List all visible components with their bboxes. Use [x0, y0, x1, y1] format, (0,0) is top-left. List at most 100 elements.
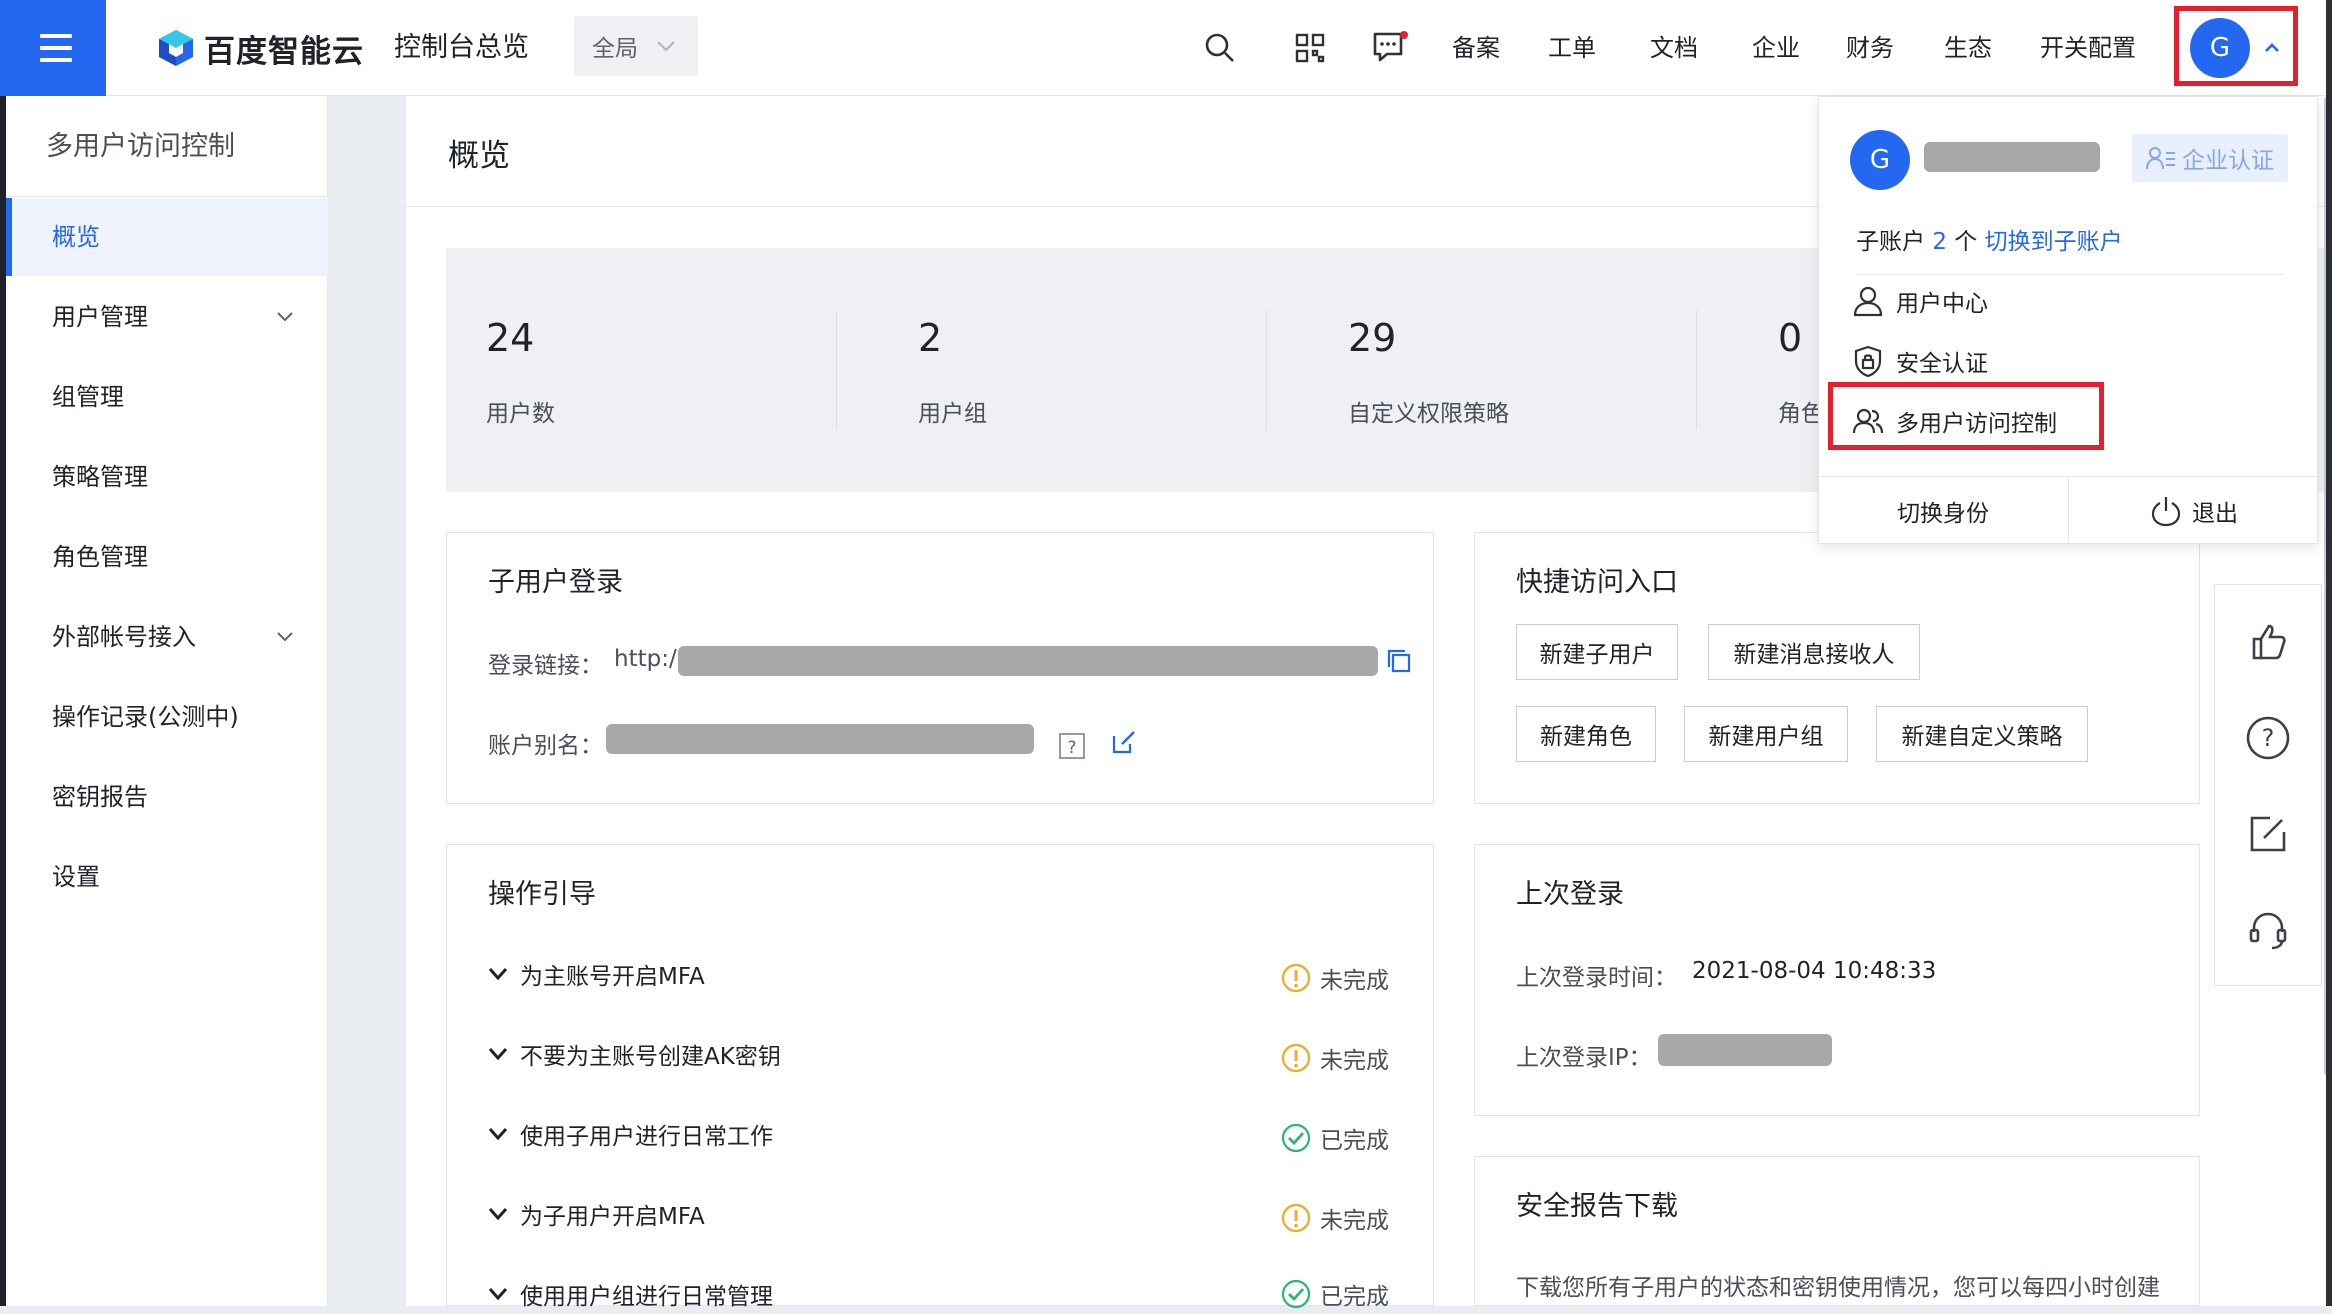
- brand-logo[interactable]: 百度智能云: [156, 24, 364, 72]
- stat-policies-label: 自定义权限策略: [1348, 401, 1509, 427]
- chevron-up-icon[interactable]: [2262, 38, 2282, 58]
- stat-separator: [1696, 310, 1697, 430]
- copy-icon[interactable]: [1386, 648, 1412, 674]
- new-subuser-button[interactable]: 新建子用户: [1516, 624, 1678, 680]
- guide-item[interactable]: 使用子用户进行日常工作: [488, 1114, 773, 1154]
- guide-item[interactable]: 为主账号开启MFA: [488, 954, 705, 994]
- warning-icon: [1281, 1203, 1311, 1233]
- new-message-receiver-button[interactable]: 新建消息接收人: [1708, 624, 1920, 680]
- sidebar-item-groups[interactable]: 组管理: [6, 358, 328, 436]
- nav-filing[interactable]: 备案: [1452, 26, 1500, 70]
- alias-label: 账户别名：: [488, 733, 603, 759]
- qrcode-icon[interactable]: [1288, 26, 1332, 70]
- alias-redacted: [606, 724, 1034, 754]
- menu-icon[interactable]: [0, 0, 106, 96]
- brand-name: 百度智能云: [204, 33, 364, 70]
- nav-finance[interactable]: 财务: [1846, 26, 1894, 70]
- svg-text:?: ?: [2262, 724, 2275, 752]
- feedback-edit-icon[interactable]: [2240, 806, 2296, 862]
- last-login-title: 上次登录: [1516, 879, 1624, 910]
- stat-groups-count[interactable]: 2: [918, 316, 942, 360]
- subaccount-prefix: 子账户: [1856, 229, 1925, 255]
- help-circle-icon[interactable]: ?: [2240, 710, 2296, 766]
- quick-access-title: 快捷访问入口: [1516, 567, 1678, 598]
- sidebar-item-roles[interactable]: 角色管理: [6, 518, 328, 596]
- stat-users-count[interactable]: 24: [486, 316, 534, 360]
- username-redacted: [1924, 142, 2100, 172]
- menu-item-security-auth[interactable]: 安全认证: [1848, 336, 1988, 386]
- menu-item-label: 安全认证: [1896, 351, 1988, 377]
- guide-item-label: 为子用户开启MFA: [520, 1204, 705, 1230]
- window-edge: [2326, 0, 2332, 1306]
- switch-to-subaccount-link[interactable]: 切换到子账户: [1985, 229, 2123, 255]
- power-icon: [2151, 497, 2181, 527]
- guide-item[interactable]: 不要为主账号创建AK密钥: [488, 1034, 781, 1074]
- subaccount-count: 2: [1932, 229, 1947, 255]
- sidebar-item-label: 设置: [52, 863, 100, 891]
- sidebar-title: 多用户访问控制: [46, 131, 235, 162]
- nav-ecosystem[interactable]: 生态: [1944, 26, 1992, 70]
- enterprise-verify-label: 企业认证: [2182, 148, 2274, 174]
- chevron-down-icon: [488, 1208, 508, 1221]
- login-link-label: 登录链接：: [488, 653, 603, 679]
- user-avatar[interactable]: G: [2190, 18, 2250, 78]
- chevron-down-icon: [277, 632, 293, 642]
- guide-status: 已完成: [1280, 1118, 1389, 1158]
- guide-item-label: 为主账号开启MFA: [520, 964, 705, 990]
- page-title: 概览: [448, 138, 510, 174]
- switch-identity-button[interactable]: 切换身份: [1818, 478, 2068, 544]
- security-report-title: 安全报告下载: [1516, 1191, 1678, 1222]
- sidebar-item-users[interactable]: 用户管理: [6, 278, 328, 356]
- sidebar-item-label: 角色管理: [52, 543, 148, 571]
- new-custom-policy-button[interactable]: 新建自定义策略: [1876, 706, 2088, 762]
- headset-support-icon[interactable]: [2240, 902, 2296, 958]
- sidebar-item-label: 操作记录(公测中): [52, 703, 239, 731]
- chevron-down-icon: [657, 41, 675, 52]
- cube-logo-icon: [159, 30, 193, 66]
- login-card-title: 子用户登录: [488, 567, 623, 598]
- guide-item[interactable]: 为子用户开启MFA: [488, 1194, 705, 1234]
- region-select[interactable]: 全局: [574, 16, 698, 76]
- sidebar-item-external-accounts[interactable]: 外部帐号接入: [6, 598, 328, 676]
- new-role-button[interactable]: 新建角色: [1516, 706, 1656, 762]
- user-icon: [1853, 286, 1883, 317]
- sidebar-item-policies[interactable]: 策略管理: [6, 438, 328, 516]
- edit-icon[interactable]: [1110, 728, 1138, 756]
- sidebar-item-audit-log[interactable]: 操作记录(公测中): [6, 678, 328, 756]
- console-title[interactable]: 控制台总览: [394, 26, 529, 70]
- menu-item-user-center[interactable]: 用户中心: [1848, 276, 1988, 326]
- nav-ticket[interactable]: 工单: [1548, 26, 1596, 70]
- sidebar-item-label: 组管理: [52, 383, 124, 411]
- message-icon[interactable]: [1368, 26, 1412, 70]
- stat-roles-count[interactable]: 0: [1778, 316, 1802, 360]
- stat-users-label: 用户数: [486, 401, 555, 427]
- thumbs-up-icon[interactable]: [2240, 614, 2296, 670]
- sidebar-item-settings[interactable]: 设置: [6, 838, 328, 916]
- subaccount-unit: 个: [1954, 229, 1978, 255]
- check-circle-icon: [1281, 1123, 1311, 1153]
- sidebar-item-label: 密钥报告: [52, 783, 148, 811]
- login-link-redacted: [678, 646, 1378, 676]
- sidebar-item-label: 策略管理: [52, 463, 148, 491]
- logout-button[interactable]: 退出: [2070, 478, 2318, 544]
- sidebar-item-overview[interactable]: 概览: [6, 198, 328, 276]
- login-link-prefix: http:/: [614, 646, 677, 672]
- guide-status: 未完成: [1280, 1198, 1389, 1238]
- nav-enterprise[interactable]: 企业: [1752, 26, 1800, 70]
- guide-status-text: 已完成: [1320, 1128, 1389, 1154]
- logout-label: 退出: [2192, 501, 2238, 527]
- search-icon[interactable]: [1198, 26, 1242, 70]
- sidebar-item-key-report[interactable]: 密钥报告: [6, 758, 328, 836]
- region-value: 全局: [592, 36, 638, 62]
- guide-item[interactable]: 使用用户组进行日常管理: [488, 1274, 773, 1314]
- guide-status: 未完成: [1280, 1038, 1389, 1078]
- help-icon[interactable]: ?: [1058, 732, 1086, 760]
- enterprise-verify-button[interactable]: 企业认证: [2132, 134, 2288, 182]
- nav-docs[interactable]: 文档: [1650, 26, 1698, 70]
- chevron-down-icon: [488, 1048, 508, 1061]
- nav-switch-config[interactable]: 开关配置: [2040, 26, 2136, 70]
- chevron-down-icon: [488, 1128, 508, 1141]
- stat-policies-count[interactable]: 29: [1348, 316, 1396, 360]
- stat-separator: [836, 310, 837, 430]
- new-user-group-button[interactable]: 新建用户组: [1684, 706, 1848, 762]
